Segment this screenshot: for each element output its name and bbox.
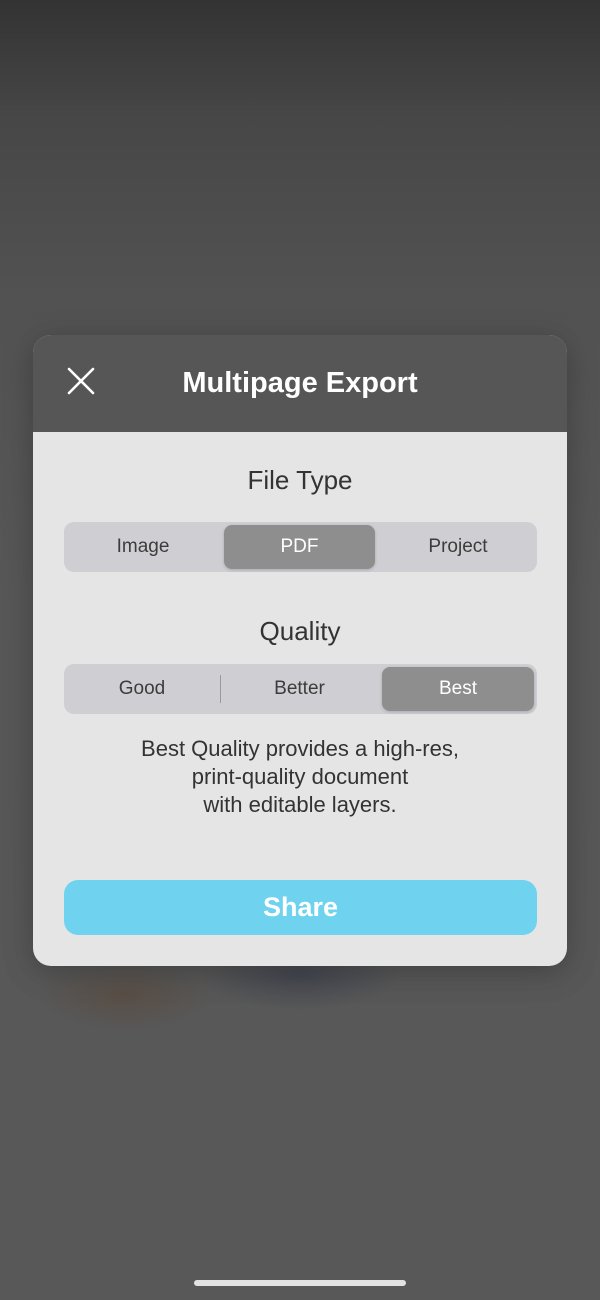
quality-description: Best Quality provides a high-res, print-…: [33, 735, 567, 819]
quality-option-better[interactable]: Better: [221, 664, 378, 714]
quality-description-line: Best Quality provides a high-res,: [141, 736, 459, 761]
dialog-title: Multipage Export: [182, 367, 418, 399]
multipage-export-dialog: Multipage Export File Type Image PDF Pro…: [33, 335, 567, 966]
blurred-background-shape: [40, 960, 210, 1030]
quality-segmented-control: Good Better Best: [64, 664, 537, 714]
quality-heading: Quality: [259, 616, 341, 646]
file-type-option-project[interactable]: Project: [379, 522, 537, 572]
dialog-header: Multipage Export: [33, 335, 567, 432]
quality-option-good[interactable]: Good: [64, 664, 220, 714]
home-indicator[interactable]: [194, 1280, 406, 1286]
quality-description-line: print-quality document: [191, 764, 409, 789]
file-type-option-image[interactable]: Image: [64, 522, 222, 572]
file-type-heading: File Type: [247, 465, 353, 495]
file-type-segmented-control: Image PDF Project: [64, 522, 537, 572]
quality-description-line: with editable layers.: [203, 792, 397, 817]
file-type-option-pdf[interactable]: PDF: [224, 525, 375, 569]
share-button[interactable]: Share: [64, 880, 537, 935]
quality-option-best[interactable]: Best: [382, 667, 534, 711]
